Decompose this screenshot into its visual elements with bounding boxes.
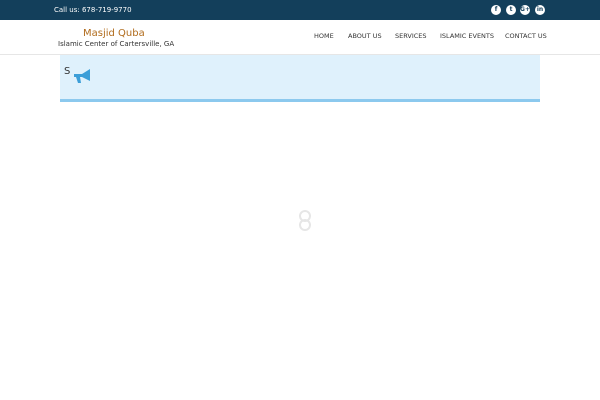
loading-spinner-icon (299, 210, 311, 231)
facebook-icon[interactable]: f (491, 5, 501, 15)
nav-home[interactable]: HOME (314, 31, 334, 41)
announcement-banner: S (60, 55, 540, 102)
top-bar: Call us: 678-719-9770 f t G+ in (0, 0, 600, 20)
nav-about-us[interactable]: ABOUT US (348, 31, 382, 41)
nav-contact-us[interactable]: CONTACT US (505, 31, 547, 41)
main-nav: HOME ABOUT US SERVICES ISLAMIC EVENTS CO… (0, 31, 600, 41)
call-us-text: Call us: 678-719-9770 (54, 6, 132, 14)
megaphone-icon (74, 69, 90, 83)
nav-islamic-events[interactable]: ISLAMIC EVENTS (440, 31, 494, 41)
site-header: Masjid Quba Islamic Center of Cartersvil… (0, 20, 600, 55)
google-plus-icon[interactable]: G+ (520, 5, 530, 15)
twitter-icon[interactable]: t (506, 5, 516, 15)
nav-services[interactable]: SERVICES (395, 31, 427, 41)
linkedin-icon[interactable]: in (535, 5, 545, 15)
announcement-text: S (64, 66, 71, 77)
